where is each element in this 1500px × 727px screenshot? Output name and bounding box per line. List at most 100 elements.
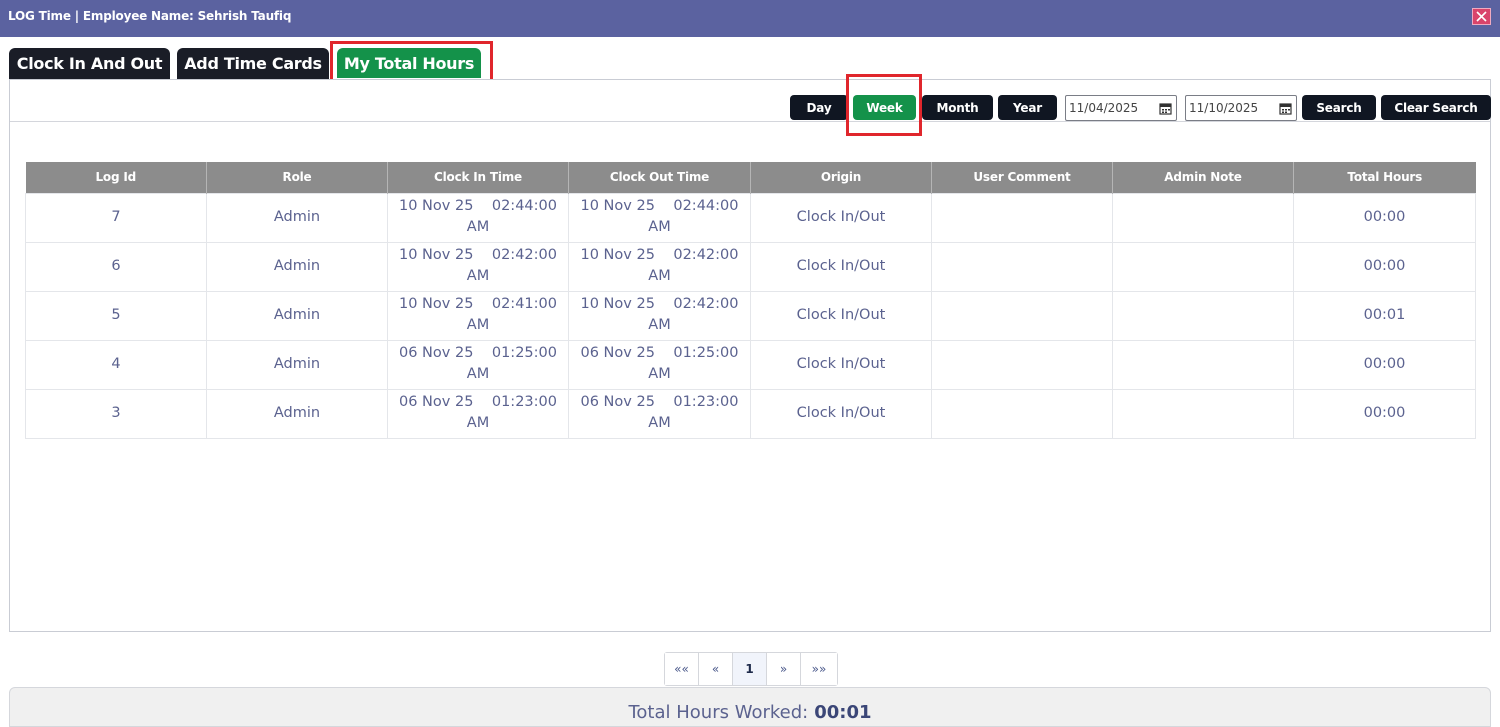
tab-my-total-hours[interactable]: My Total Hours [337,48,481,78]
clock-out-time: 02:42:00 [673,295,739,312]
table-row[interactable]: 5 Admin 10 Nov 25 02:41:00 AM 10 Nov 25 0… [25,290,1476,341]
end-date-input[interactable]: 11/10/2025 [1185,95,1297,121]
cell-log-id: 7 [25,192,207,243]
table-row[interactable]: 3 Admin 06 Nov 25 01:23:00 AM 06 Nov 25 0… [25,388,1476,439]
cell-clock-in-time: 10 Nov 25 02:44:00 AM [387,192,569,243]
clock-in-date: 06 Nov 25 [399,344,474,361]
column-header-user-comment[interactable]: User Comment [931,162,1113,193]
previous-page-button[interactable]: « [699,653,733,685]
search-button[interactable]: Search [1302,95,1376,120]
cell-total-hours: 00:00 [1293,339,1476,390]
cell-clock-out-time: 10 Nov 25 02:42:00 AM [568,241,751,292]
cell-admin-note [1112,241,1294,292]
year-button[interactable]: Year [998,95,1057,120]
cell-user-comment [931,388,1113,439]
table-row[interactable]: 7 Admin 10 Nov 25 02:44:00 AM 10 Nov 25 0… [25,192,1476,243]
cell-origin: Clock In/Out [750,388,932,439]
last-page-button[interactable]: »» [801,653,837,685]
clock-in-time: 02:41:00 [491,295,557,312]
end-date-value: 11/10/2025 [1189,101,1259,115]
clock-in-date: 06 Nov 25 [399,393,474,410]
clock-out-time: 02:42:00 [673,246,739,263]
clock-out-ampm: AM [648,267,671,284]
cell-log-id: 3 [25,388,207,439]
cell-origin: Clock In/Out [750,339,932,390]
column-header-log-id[interactable]: Log Id [25,162,207,193]
clock-out-time: 01:23:00 [673,393,739,410]
cell-origin: Clock In/Out [750,290,932,341]
clock-out-ampm: AM [648,365,671,382]
column-header-total-hours[interactable]: Total Hours [1293,162,1476,193]
cell-role: Admin [206,388,388,439]
cell-total-hours: 00:00 [1293,192,1476,243]
cell-total-hours: 00:00 [1293,388,1476,439]
clear-search-button[interactable]: Clear Search [1381,95,1491,120]
clock-in-ampm: AM [466,365,490,382]
cell-admin-note [1112,192,1294,243]
cell-clock-out-time: 10 Nov 25 02:42:00 AM [568,290,751,341]
table-row[interactable]: 6 Admin 10 Nov 25 02:42:00 AM 10 Nov 25 0… [25,241,1476,292]
close-button[interactable] [1472,8,1491,25]
toolbar-divider [10,121,1490,122]
tab-add-time-cards[interactable]: Add Time Cards [177,48,329,79]
cell-role: Admin [206,290,388,341]
total-hours-summary: Total Hours Worked: 00:01 [9,687,1491,727]
window-titlebar: LOG Time | Employee Name: Sehrish Taufiq [0,0,1500,37]
total-hours-value: 00:01 [814,702,872,723]
total-hours-label: Total Hours Worked: [628,702,809,723]
cell-role: Admin [206,339,388,390]
cell-total-hours: 00:01 [1293,290,1476,341]
clock-out-time: 02:44:00 [673,197,739,214]
cell-clock-out-time: 06 Nov 25 01:25:00 AM [568,339,751,390]
cell-admin-note [1112,388,1294,439]
cell-role: Admin [206,241,388,292]
cell-admin-note [1112,290,1294,341]
cell-clock-out-time: 10 Nov 25 02:44:00 AM [568,192,751,243]
clock-out-time: 01:25:00 [673,344,739,361]
first-page-button[interactable]: «« [665,653,699,685]
week-button[interactable]: Week [853,95,916,120]
cell-admin-note [1112,339,1294,390]
close-icon [1476,11,1487,22]
clock-in-ampm: AM [466,316,490,333]
cell-origin: Clock In/Out [750,241,932,292]
start-date-input[interactable]: 11/04/2025 [1065,95,1177,121]
table-header-row: Log Id Role Clock In Time Clock Out Time… [25,162,1476,193]
cell-clock-in-time: 10 Nov 25 02:42:00 AM [387,241,569,292]
next-page-button[interactable]: » [767,653,801,685]
clock-in-time: 02:44:00 [491,197,557,214]
calendar-icon[interactable] [1279,102,1292,115]
time-log-table: Log Id Role Clock In Time Clock Out Time… [25,162,1476,439]
calendar-icon[interactable] [1159,102,1172,115]
cell-origin: Clock In/Out [750,192,932,243]
table-row[interactable]: 4 Admin 06 Nov 25 01:25:00 AM 06 Nov 25 0… [25,339,1476,390]
clock-out-ampm: AM [648,218,671,235]
cell-clock-in-time: 06 Nov 25 01:25:00 AM [387,339,569,390]
cell-log-id: 5 [25,290,207,341]
column-header-admin-note[interactable]: Admin Note [1112,162,1294,193]
cell-user-comment [931,339,1113,390]
window-title: LOG Time | Employee Name: Sehrish Taufiq [8,9,292,23]
cell-total-hours: 00:00 [1293,241,1476,292]
month-button[interactable]: Month [922,95,993,120]
cell-clock-in-time: 06 Nov 25 01:23:00 AM [387,388,569,439]
clock-in-ampm: AM [466,414,490,431]
column-header-role[interactable]: Role [206,162,388,193]
column-header-origin[interactable]: Origin [750,162,932,193]
clock-out-ampm: AM [648,414,671,431]
clock-out-ampm: AM [648,316,671,333]
day-button[interactable]: Day [790,95,848,120]
clock-out-date: 06 Nov 25 [580,344,655,361]
clock-out-date: 10 Nov 25 [580,246,655,263]
clock-out-date: 10 Nov 25 [580,295,655,312]
start-date-value: 11/04/2025 [1069,101,1139,115]
column-header-clock-out-time[interactable]: Clock Out Time [568,162,751,193]
cell-log-id: 6 [25,241,207,292]
page-1-button[interactable]: 1 [733,653,767,685]
cell-log-id: 4 [25,339,207,390]
column-header-clock-in-time[interactable]: Clock In Time [387,162,569,193]
clock-in-ampm: AM [466,218,490,235]
cell-clock-in-time: 10 Nov 25 02:41:00 AM [387,290,569,341]
cell-role: Admin [206,192,388,243]
tab-clock-in-and-out[interactable]: Clock In And Out [9,48,170,79]
